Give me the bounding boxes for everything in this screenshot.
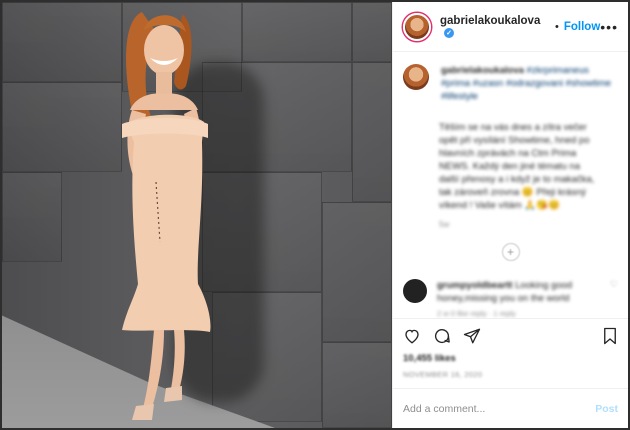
like-heart-icon[interactable] <box>403 327 421 345</box>
wall-tile <box>2 172 62 262</box>
post-photo[interactable] <box>2 2 392 428</box>
commenter-username[interactable]: grumpyoldbeartt <box>437 280 512 291</box>
wall-tile <box>322 202 392 342</box>
share-paper-plane-icon[interactable] <box>463 327 481 345</box>
caption-body: Těším se na vás dnes a zítra večer opět … <box>439 122 595 211</box>
user-avatar[interactable] <box>403 12 431 41</box>
wall-tile <box>2 2 122 82</box>
screenshot-frame: gabrielakoukalova✓ • Follow ••• gabriela… <box>0 0 630 430</box>
post-date[interactable]: NOVEMBER 16, 2020 <box>403 370 618 379</box>
more-options-icon[interactable]: ••• <box>600 19 618 35</box>
separator-dot: • <box>555 20 559 33</box>
username-text[interactable]: gabrielakoukalova <box>440 15 540 27</box>
wall-tile <box>2 82 122 172</box>
caption-time: 5w <box>439 220 450 229</box>
instagram-post: gabrielakoukalova✓ • Follow ••• gabriela… <box>2 2 628 428</box>
likes-count[interactable]: 10,455 likes <box>403 353 618 364</box>
comment-like-icon[interactable]: ♡ <box>610 279 618 318</box>
username-link[interactable]: gabrielakoukalova✓ <box>440 15 550 39</box>
post-comment-button[interactable]: Post <box>595 403 618 415</box>
comment-bubble-icon[interactable] <box>433 327 451 345</box>
caption-avatar[interactable] <box>403 64 429 90</box>
add-comment-bar: Post <box>393 388 628 428</box>
caption-header: gabrielakoukalova #zkrprimaneus #prima #… <box>403 64 618 103</box>
wall-tile <box>242 2 352 62</box>
comment-meta: 2 w 0 like reply · 1 reply <box>437 309 516 318</box>
post-sidebar: gabrielakoukalova✓ • Follow ••• gabriela… <box>392 2 628 428</box>
add-comment-input[interactable] <box>403 402 596 415</box>
wall-tile <box>352 62 392 202</box>
verified-badge-icon: ✓ <box>444 27 454 38</box>
follow-button[interactable]: Follow <box>564 21 600 33</box>
post-actions: 10,455 likes NOVEMBER 16, 2020 <box>393 318 628 388</box>
post-header: gabrielakoukalova✓ • Follow ••• <box>393 2 628 52</box>
caption-username[interactable]: gabrielakoukalova <box>441 65 524 76</box>
bookmark-icon[interactable] <box>602 327 618 345</box>
wall-tile <box>322 342 392 428</box>
comment-item: grumpyoldbeartt Looking good honey,missi… <box>403 279 618 318</box>
action-icons <box>403 327 618 345</box>
comments-section[interactable]: gabrielakoukalova #zkrprimaneus #prima #… <box>393 52 628 318</box>
load-more-comments-button[interactable]: + <box>501 243 520 261</box>
comment-text: grumpyoldbeartt Looking good honey,missi… <box>437 279 606 318</box>
commenter-avatar[interactable] <box>403 279 427 303</box>
wall-tile <box>352 2 392 62</box>
caption-text: gabrielakoukalova #zkrprimaneus #prima #… <box>441 64 618 103</box>
woman-figure <box>122 12 211 420</box>
